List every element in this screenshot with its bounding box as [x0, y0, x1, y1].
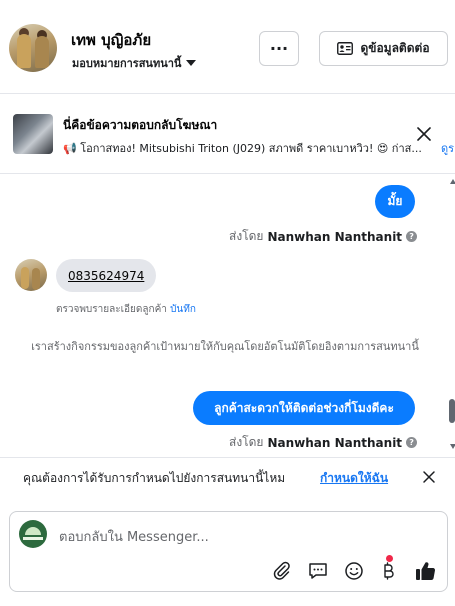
contact-avatar-small [15, 259, 47, 291]
avatar-logo-shape [23, 537, 43, 540]
avatar-figure [21, 267, 29, 289]
assign-dropdown[interactable]: มอบหมายการสนทนานี้ [72, 54, 197, 72]
sent-by-label: ส่งโดย Nanwhan Nanthanit ? [229, 433, 418, 452]
sent-by-prefix: ส่งโดย [229, 229, 264, 243]
sender-name: Nanwhan Nanthanit [267, 229, 403, 244]
contact-card-icon [337, 42, 354, 55]
ad-banner-snippet: 📢 โอกาสทอง! Mitsubishi Triton (J029) สภา… [63, 142, 422, 155]
customer-detail-note: ตรวจพบรายละเอียดลูกค้า บันทึก [56, 302, 196, 317]
paperclip-icon[interactable] [271, 560, 293, 582]
info-icon[interactable]: ? [406, 231, 418, 242]
outgoing-message[interactable]: ลูกค้าสะดวกให้ติดต่อช่วงกี่โมงดีคะ [193, 391, 415, 425]
payment-icon[interactable] [377, 560, 399, 582]
close-icon[interactable] [422, 470, 436, 484]
avatar-figure [17, 34, 31, 68]
sent-by-prefix: ส่งโดย [229, 435, 264, 449]
message-composer: ตอบกลับใน Messenger... [9, 511, 448, 592]
incoming-message-phone[interactable]: 0835624974 [56, 259, 157, 292]
page-avatar [19, 520, 47, 548]
save-detail-link[interactable]: บันทึก [170, 304, 196, 315]
info-icon[interactable]: ? [406, 437, 418, 448]
like-icon[interactable] [414, 560, 436, 582]
close-icon[interactable] [416, 126, 432, 142]
ad-view-link[interactable]: ดูร [441, 139, 454, 157]
view-contact-button[interactable]: ดูข้อมูลติดต่อ [319, 31, 448, 66]
sent-by-label: ส่งโดย Nanwhan Nanthanit ? [229, 227, 418, 246]
system-message: เราสร้างกิจกรรมของลูกค้าเป้าหมายให้กับคุ… [31, 340, 419, 353]
assign-to-me-link[interactable]: กำหนดให้ฉัน [320, 469, 388, 488]
sender-name: Nanwhan Nanthanit [267, 435, 403, 450]
contact-name[interactable]: เทพ บุญิอภัย [71, 28, 151, 52]
scroll-up-arrow-icon[interactable] [450, 179, 455, 184]
scroll-down-arrow-icon[interactable] [450, 444, 455, 449]
reply-input[interactable]: ตอบกลับใน Messenger... [59, 526, 209, 547]
contact-avatar[interactable] [9, 24, 57, 72]
ad-thumbnail[interactable] [13, 114, 53, 154]
conversation-header: เทพ บุญิอภัย มอบหมายการสนทนานี้ ··· ดูข้… [0, 0, 455, 94]
more-icon: ··· [269, 39, 289, 58]
avatar-figure [35, 36, 49, 68]
chevron-down-icon [186, 60, 197, 66]
emoji-icon[interactable] [343, 560, 365, 582]
outgoing-message[interactable]: มั้ย [375, 185, 415, 218]
avatar-figure [32, 268, 40, 290]
message-thread: มั้ย ส่งโดย Nanwhan Nanthanit ? 08356249… [0, 175, 449, 457]
assign-reminder-bar: คุณต้องการได้รับการกำหนดไปยังการสนทนานี้… [0, 457, 455, 497]
saved-reply-icon[interactable] [307, 560, 329, 582]
more-options-button[interactable]: ··· [259, 31, 299, 66]
reminder-text: คุณต้องการได้รับการกำหนดไปยังการสนทนานี้… [23, 471, 286, 485]
note-text: ตรวจพบรายละเอียดลูกค้า [56, 304, 167, 315]
assign-label: มอบหมายการสนทนานี้ [72, 57, 182, 70]
avatar-logo-shape [25, 527, 41, 535]
notification-dot [386, 555, 393, 562]
scrollbar-thumb[interactable] [449, 399, 455, 423]
view-contact-label: ดูข้อมูลติดต่อ [360, 41, 430, 55]
ad-banner-title: นี่คือข้อความตอบกลับโฆษณา [63, 118, 218, 132]
ad-reply-banner: นี่คือข้อความตอบกลับโฆษณา 📢 โอกาสทอง! Mi… [0, 94, 455, 174]
